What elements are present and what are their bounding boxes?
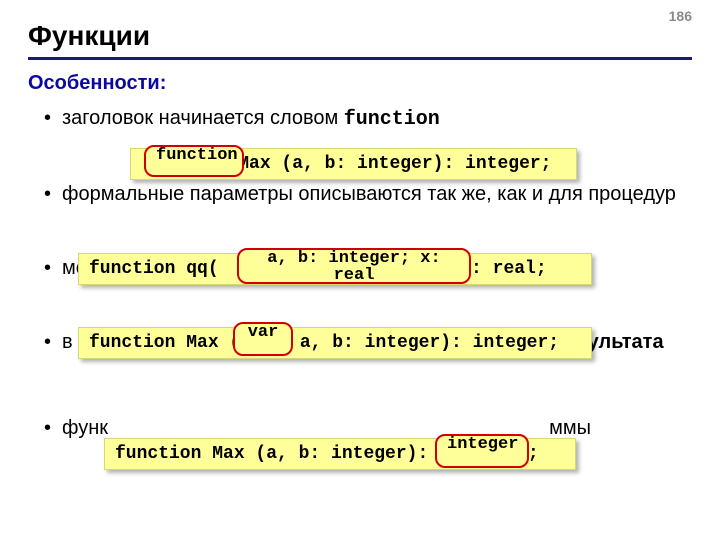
highlight-bubble: var xyxy=(233,322,293,356)
list-item: формальные параметры описываются так же,… xyxy=(38,181,692,207)
page-title: Функции xyxy=(28,20,150,52)
bullet-text: функ xyxy=(62,417,108,439)
title-divider xyxy=(28,57,692,60)
bullet-text: формальные параметры описываются так же,… xyxy=(62,183,676,205)
subtitle: Особенности: xyxy=(28,72,166,95)
code-text: function Max (a, b: integer): xyxy=(115,444,439,464)
page-number: 186 xyxy=(669,8,692,24)
bullet-code: function xyxy=(344,108,440,131)
code-text: a, b: integer): integer; xyxy=(289,333,559,353)
code-text: Max (a, b: integer): integer; xyxy=(227,154,551,174)
code-snippet: function Max ( a, b: integer): integer; xyxy=(78,327,592,359)
bullet-text: ммы xyxy=(549,417,591,439)
highlight-bubble: integer xyxy=(435,434,529,468)
code-text: function qq( xyxy=(89,259,229,279)
code-text: function Max ( xyxy=(89,333,251,353)
highlight-bubble: function xyxy=(144,145,244,177)
list-item: заголовок начинается словом function xyxy=(38,105,692,133)
bullet-text: заголовок начинается словом xyxy=(62,107,344,129)
highlight-bubble: a, b: integer; x: real xyxy=(237,248,471,284)
